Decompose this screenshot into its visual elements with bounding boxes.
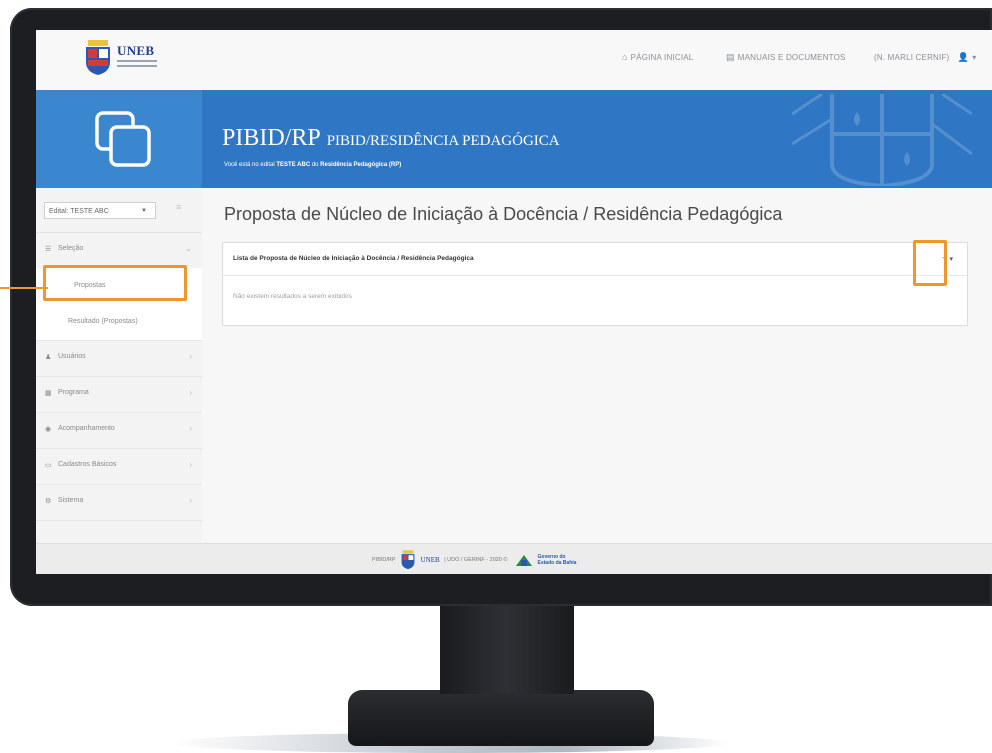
chevron-down-icon: ▾: [972, 53, 977, 62]
grid-icon: ▦: [45, 390, 52, 397]
chevron-down-icon: ▾: [949, 256, 953, 263]
chevron-right-icon: ›: [189, 496, 192, 505]
logo-text: UNEB: [117, 43, 155, 58]
footer-copyright: | UDO / GERINF - 2020 ©: [444, 557, 508, 563]
banner-sub-prefix: Você está no edital: [224, 162, 277, 168]
uneb-shield-icon: [86, 40, 110, 75]
sidebar-item-acompanhamento[interactable]: ◉ Acompanhamento ›: [36, 412, 202, 449]
panel-title: Lista de Proposta de Núcleo de Iniciação…: [233, 255, 474, 262]
banner-logo-area: [36, 90, 202, 188]
top-navbar: UNEB ⌂ PÁGINA INICIAL ▤ MANUAIS E DOCUMENT…: [36, 30, 992, 91]
chevron-right-icon: ›: [189, 388, 192, 397]
banner-title: PIBID/RP PIBID/RESIDÊNCIA PEDAGÓGICA: [222, 125, 560, 152]
sidebar: Edital: TESTE ABC ▼ ≡ ☰ Seleção ⌄ Propos…: [36, 188, 203, 543]
banner-title-small: PIBID/RESIDÊNCIA PEDAGÓGICA: [326, 133, 560, 149]
callout-pointer-line: [0, 287, 48, 289]
database-icon: ▭: [45, 462, 52, 469]
sidebar-item-sistema[interactable]: ⚙ Sistema ›: [36, 484, 202, 521]
sidebar-item-usuarios[interactable]: ♟ Usuários ›: [36, 340, 202, 377]
app-logo-icon: [95, 111, 151, 167]
user-icon: 👤: [957, 52, 970, 62]
panel-header: Lista de Proposta de Núcleo de Iniciação…: [223, 243, 967, 276]
menu-toggle-icon[interactable]: ≡: [176, 202, 181, 212]
sidebar-item-label: Cadastros Básicos: [58, 461, 117, 468]
gears-icon: ⚙: [45, 498, 52, 505]
nav-user-menu[interactable]: (N. MARLI CERNIF) 👤 ▾: [874, 52, 976, 63]
uneb-shield-icon: [401, 550, 415, 570]
sidebar-item-selecao[interactable]: ☰ Seleção ⌄: [36, 232, 202, 269]
edital-row: Edital: TESTE ABC ▼ ≡: [36, 188, 202, 233]
banner-title-main: PIBID/RP: [222, 125, 321, 151]
user-icon: ♟: [45, 354, 52, 361]
banner-subtitle: Você está no edital TESTE ABC do Residên…: [224, 162, 401, 168]
sidebar-item-label: Sistema: [58, 497, 84, 504]
empty-results-message: Não existem resultados a serem exibidos: [233, 293, 352, 300]
footer-logo-text: UNEB: [420, 556, 440, 564]
uneb-logo[interactable]: UNEB: [83, 40, 195, 82]
sidebar-subitem-label: Resultado (Propostas): [68, 318, 138, 325]
sidebar-item-programa[interactable]: ▦ Programa ›: [36, 376, 202, 413]
nav-user-label: (N. MARLI CERNIF): [874, 53, 950, 62]
chevron-down-icon: ▼: [141, 208, 147, 214]
chevron-right-icon: ›: [189, 352, 192, 361]
highlight-propostas: [43, 265, 187, 301]
header-banner: PIBID/RP PIBID/RESIDÊNCIA PEDAGÓGICA Você…: [202, 90, 992, 188]
eye-icon: ◉: [45, 426, 52, 433]
book-icon: ▤: [726, 52, 735, 62]
monitor-stand-base: [348, 690, 654, 746]
nav-manuals-label: MANUAIS E DOCUMENTOS: [737, 53, 846, 62]
chevron-right-icon: ›: [189, 424, 192, 433]
crest-watermark-icon: [792, 94, 972, 186]
sidebar-subitem-resultado[interactable]: Resultado (Propostas): [36, 304, 202, 341]
sidebar-item-label: Acompanhamento: [58, 425, 115, 432]
banner-sub-edital: TESTE ABC: [276, 162, 311, 168]
proposals-panel: Lista de Proposta de Núcleo de Iniciação…: [222, 242, 968, 326]
highlight-add-button: [913, 240, 947, 286]
banner-sub-middle: do: [310, 162, 321, 168]
nav-home-link[interactable]: ⌂ PÁGINA INICIAL: [622, 52, 693, 62]
footer: PIBID/RP UNEB | UDO / GERINF - 2020 © Go…: [36, 543, 992, 574]
sidebar-item-label: Programa: [58, 389, 89, 396]
nav-manuals-link[interactable]: ▤ MANUAIS E DOCUMENTOS: [726, 52, 846, 63]
banner-sub-program: Residência Pedagógica (RP): [320, 162, 402, 168]
bahia-government-logo-icon: [515, 555, 532, 566]
edital-select-value: Edital: TESTE ABC: [49, 208, 109, 215]
sidebar-item-label: Usuários: [58, 353, 86, 360]
footer-content: PIBID/RP UNEB | UDO / GERINF - 2020 © Go…: [372, 550, 578, 570]
sidebar-item-label: Seleção: [58, 245, 84, 252]
chevron-down-icon: ⌄: [185, 244, 192, 253]
edital-select[interactable]: Edital: TESTE ABC ▼: [44, 202, 156, 219]
logo-subtitle-lines: [117, 60, 157, 72]
monitor-screen: UNEB ⌂ PÁGINA INICIAL ▤ MANUAIS E DOCUMENT…: [36, 30, 992, 574]
sidebar-item-cadastros[interactable]: ▭ Cadastros Básicos ›: [36, 448, 202, 485]
main-content: Proposta de Núcleo de Iniciação à Docênc…: [202, 188, 992, 543]
page-title: Proposta de Núcleo de Iniciação à Docênc…: [224, 204, 783, 224]
list-icon: ☰: [45, 246, 52, 253]
monitor-stand-neck: [440, 602, 574, 694]
footer-government-text: Governo do Estado da Bahia: [537, 554, 577, 566]
nav-home-label: PÁGINA INICIAL: [630, 53, 694, 62]
chevron-right-icon: ›: [189, 460, 192, 469]
footer-app-name: PIBID/RP: [372, 557, 396, 563]
home-icon: ⌂: [622, 52, 628, 62]
